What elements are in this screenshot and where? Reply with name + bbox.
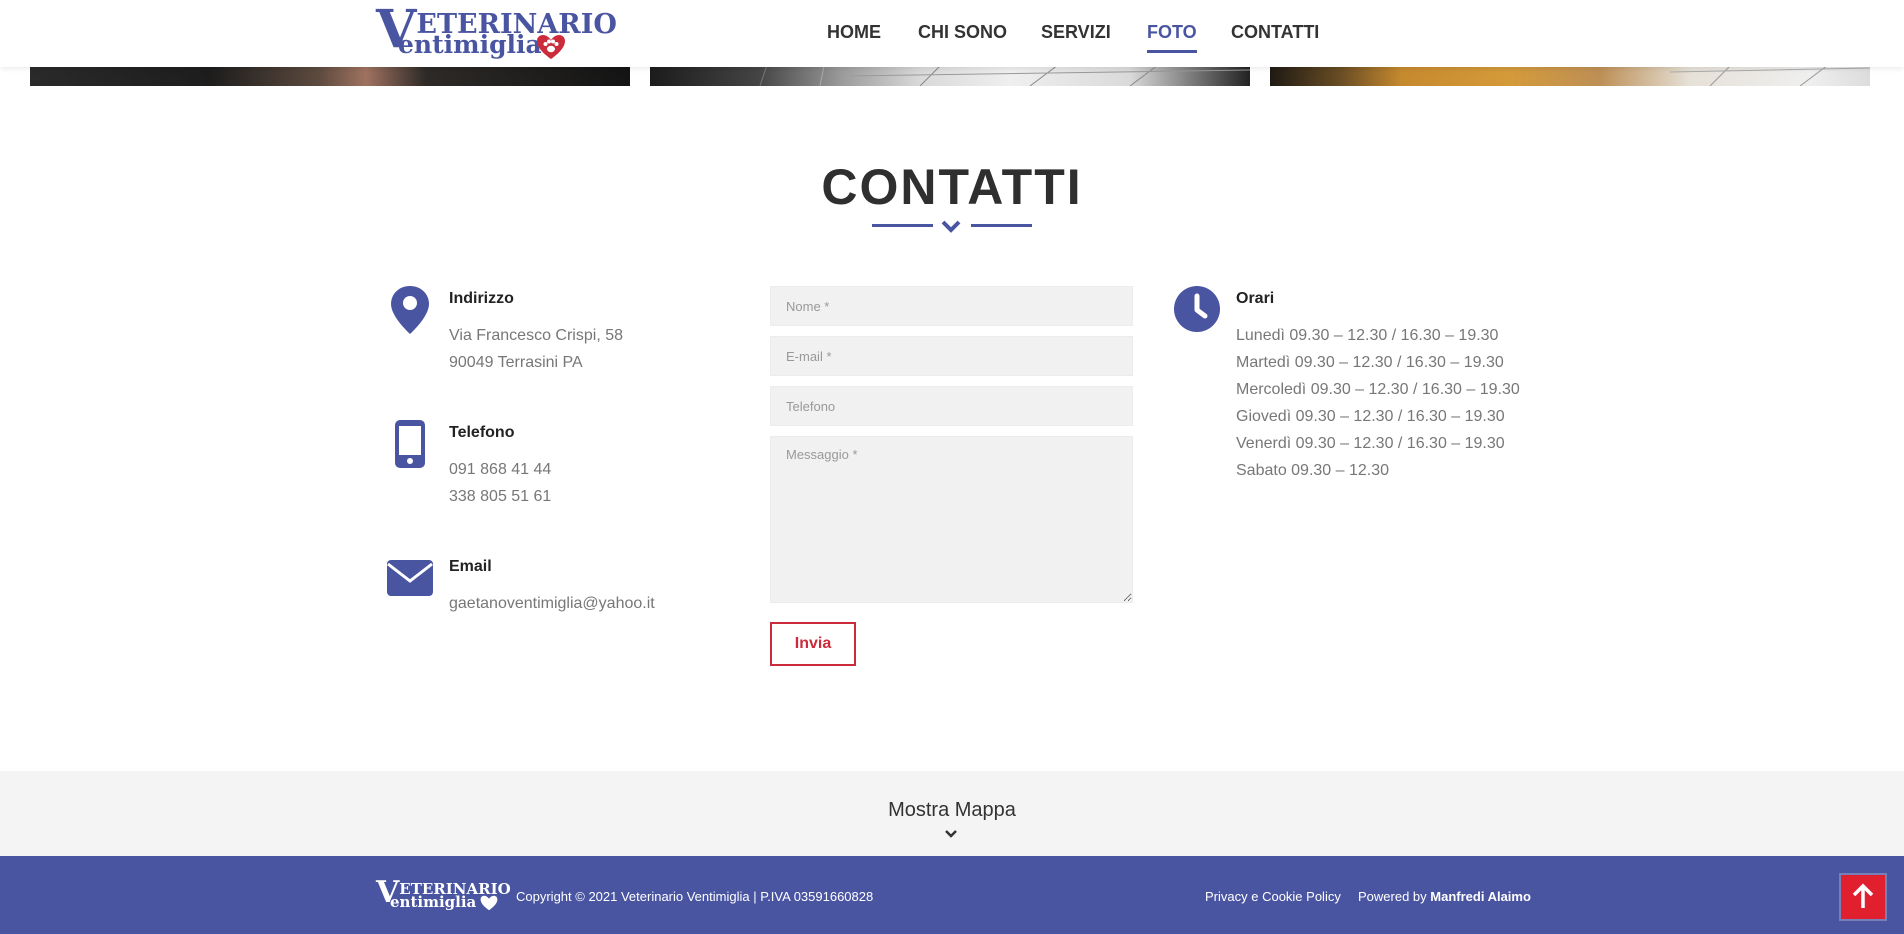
site-footer — [0, 856, 1904, 934]
section-title: CONTATTI — [821, 159, 1083, 215]
title-divider-left — [872, 224, 933, 227]
map-pin-icon — [391, 286, 429, 334]
powered-by-link[interactable]: Manfredi Alaimo — [1430, 889, 1531, 904]
scroll-to-top-button[interactable] — [1841, 875, 1885, 919]
email-title: Email — [449, 558, 492, 575]
hours-line: Mercoledì 09.30 – 12.30 / 16.30 – 19.30 — [1236, 381, 1520, 398]
envelope-icon — [387, 560, 433, 596]
hours-line: Lunedì 09.30 – 12.30 / 16.30 – 19.30 — [1236, 327, 1499, 344]
name-input[interactable] — [770, 286, 1133, 326]
show-map-label[interactable]: Mostra Mappa — [0, 799, 1904, 822]
nav-contatti[interactable]: CONTATTI — [1231, 22, 1319, 43]
hours-line: Venerdì 09.30 – 12.30 / 16.30 – 19.30 — [1236, 435, 1505, 452]
hours-line: Giovedì 09.30 – 12.30 / 16.30 – 19.30 — [1236, 408, 1505, 425]
submit-button[interactable]: Invia — [770, 622, 856, 666]
chevron-down-icon[interactable] — [944, 829, 958, 839]
arrow-up-icon — [1852, 883, 1874, 908]
email-input[interactable] — [770, 336, 1133, 376]
clock-icon — [1174, 286, 1220, 332]
powered-by-prefix: Powered by — [1358, 889, 1427, 904]
phone-title: Telefono — [449, 424, 515, 441]
title-divider-right — [971, 224, 1032, 227]
message-textarea[interactable] — [770, 436, 1133, 603]
nav-foto[interactable]: FOTO — [1147, 22, 1197, 53]
hours-title: Orari — [1236, 290, 1275, 307]
heart-paw-icon — [480, 895, 498, 911]
privacy-link[interactable]: Privacy e Cookie Policy — [1205, 889, 1341, 904]
copyright-text: Copyright © 2021 Veterinario Ventimiglia… — [516, 889, 874, 904]
chevron-down-icon — [941, 220, 961, 233]
hours-line: Martedì 09.30 – 12.30 / 16.30 – 19.30 — [1236, 354, 1504, 371]
hours-line: Sabato 09.30 – 12.30 — [1236, 462, 1390, 479]
smartphone-icon — [395, 420, 425, 468]
address-title: Indirizzo — [449, 290, 514, 307]
main-nav: HOME CHI SONO SERVIZI FOTO CONTATTI — [0, 0, 1904, 67]
address-line-1: Via Francesco Crispi, 58 — [449, 327, 623, 344]
phone-line-2[interactable]: 338 805 51 61 — [449, 488, 551, 506]
nav-home[interactable]: HOME — [827, 22, 881, 43]
email-line[interactable]: gaetanoventimiglia@yahoo.it — [449, 595, 655, 613]
address-line-2: 90049 Terrasini PA — [449, 354, 583, 371]
nav-servizi[interactable]: SERVIZI — [1041, 22, 1111, 43]
phone-line-1[interactable]: 091 868 41 44 — [449, 461, 551, 479]
phone-input[interactable] — [770, 386, 1133, 426]
footer-logo-text-bottom: entimiglia — [390, 893, 477, 911]
site-header: VETERINARIO entimiglia HOME CHI SONO SER… — [0, 0, 1904, 67]
page: VETERINARIO entimiglia HOME CHI SONO SER… — [0, 0, 1904, 934]
footer-logo[interactable]: VETERINARIO entimiglia — [376, 878, 511, 914]
nav-chi-sono[interactable]: CHI SONO — [918, 22, 1007, 43]
powered-by: Powered by Manfredi Alaimo — [1358, 889, 1531, 904]
